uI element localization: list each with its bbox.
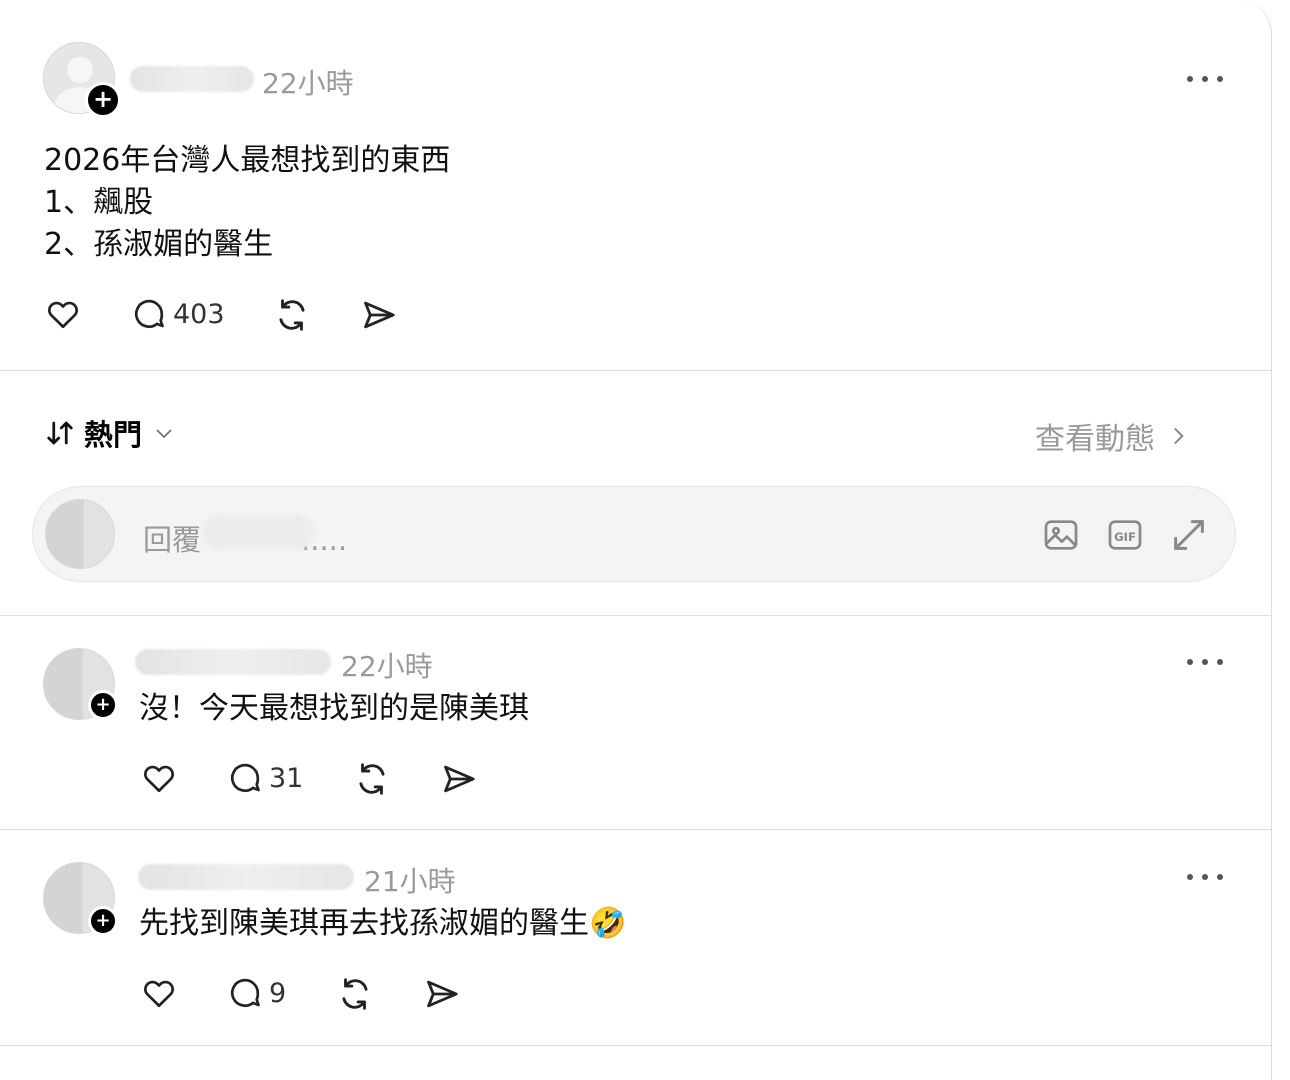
repost-icon: [279, 299, 305, 331]
chevron-down-icon: [156, 429, 172, 439]
chevron-right-icon: [1174, 427, 1184, 445]
current-user-avatar: [45, 499, 115, 569]
follow-plus-icon[interactable]: +: [88, 690, 118, 720]
thread-panel: + 22小時 2026年台灣人最想找到的東西 1、飆股 2、孫淑媚的醫生 403…: [0, 0, 1272, 1080]
heart-icon: [144, 765, 174, 793]
heart-icon: [144, 980, 174, 1008]
share-button[interactable]: [440, 760, 478, 798]
expand-icon: [1174, 520, 1204, 550]
reply-input[interactable]: 回覆..... GIF: [32, 486, 1236, 582]
comment-icon: [134, 299, 164, 329]
like-button[interactable]: [44, 296, 82, 332]
share-button[interactable]: [360, 296, 398, 334]
share-icon: [427, 980, 458, 1008]
comment-icon: [230, 978, 260, 1008]
sort-label: 熱門: [84, 418, 143, 452]
repost-button[interactable]: [353, 760, 391, 798]
view-activity-link[interactable]: 查看動態: [1035, 414, 1191, 458]
heart-icon: [48, 301, 78, 329]
comment-button[interactable]: 9: [227, 975, 286, 1011]
comment-more-icon[interactable]: [1187, 657, 1223, 667]
expand-button[interactable]: [1169, 515, 1209, 555]
repost-button[interactable]: [336, 975, 374, 1013]
comment-count: 31: [269, 762, 304, 794]
sort-icon: [47, 421, 73, 445]
post-author-name[interactable]: [130, 66, 254, 92]
share-icon: [364, 301, 395, 329]
comment-time: 21小時: [364, 865, 456, 898]
reply-placeholder-prefix: 回覆: [143, 523, 202, 557]
comment-icon: [230, 763, 260, 793]
image-icon: [1044, 520, 1078, 550]
repost-icon: [359, 763, 385, 795]
divider: [0, 829, 1272, 830]
comment-count: 9: [269, 977, 287, 1009]
svg-text:GIF: GIF: [1114, 530, 1136, 544]
comment-text: 沒！今天最想找到的是陳美琪: [139, 691, 529, 726]
repost-button[interactable]: [273, 296, 311, 334]
gif-icon: GIF: [1108, 520, 1142, 550]
comment-button[interactable]: 403: [131, 296, 225, 332]
gif-button[interactable]: GIF: [1105, 515, 1145, 555]
comment-time: 22小時: [341, 650, 433, 683]
image-button[interactable]: [1041, 515, 1081, 555]
comment-text: 先找到陳美琪再去找孫淑媚的醫生🤣: [139, 906, 627, 941]
like-button[interactable]: [140, 760, 178, 796]
comment-count: 403: [173, 298, 225, 330]
comment-button[interactable]: 31: [227, 760, 303, 796]
sort-selector[interactable]: 熱門: [44, 412, 176, 454]
divider: [0, 615, 1272, 616]
post-more-icon[interactable]: [1187, 74, 1223, 84]
share-button[interactable]: [423, 975, 461, 1013]
follow-plus-icon[interactable]: +: [85, 82, 121, 118]
post-text: 2026年台灣人最想找到的東西 1、飆股 2、孫淑媚的醫生: [44, 143, 451, 262]
comment-more-icon[interactable]: [1187, 872, 1223, 882]
view-activity-label: 查看動態: [1035, 422, 1155, 457]
share-icon: [444, 765, 475, 793]
divider: [0, 370, 1272, 371]
comment-author-name[interactable]: [138, 864, 354, 890]
post-time: 22小時: [262, 67, 354, 100]
like-button[interactable]: [140, 975, 178, 1011]
repost-icon: [342, 978, 368, 1010]
reply-target-name: [203, 515, 315, 549]
comment-author-name[interactable]: [135, 649, 331, 675]
divider: [0, 1045, 1272, 1046]
follow-plus-icon[interactable]: +: [88, 906, 118, 936]
